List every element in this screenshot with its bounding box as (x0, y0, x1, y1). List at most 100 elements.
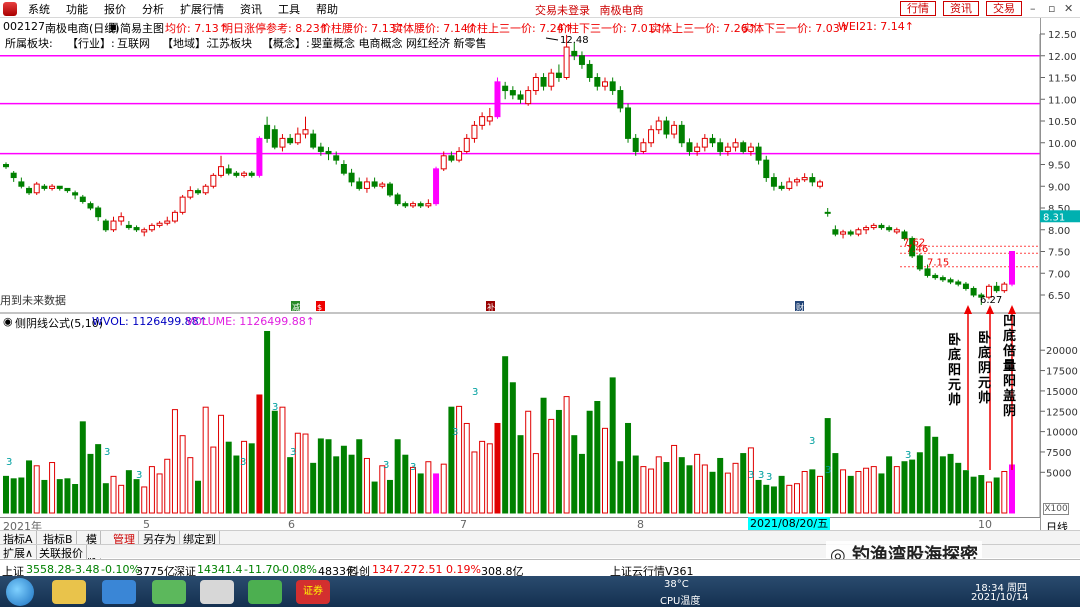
candle-body (962, 283, 969, 289)
volume-bar (955, 462, 962, 514)
index-ticker: 上证 3558.28 -3.48 -0.10% 3775亿 深证 14341.4… (0, 559, 1080, 578)
volume-bar (947, 453, 954, 514)
volume-indicator-title[interactable]: 侧阴线公式(5,10) (15, 315, 103, 331)
candle-body (932, 274, 939, 279)
volume-bar (333, 456, 340, 514)
volume-marker-3: 3 (410, 462, 416, 473)
app-icon[interactable] (152, 580, 186, 604)
candle-body (840, 231, 847, 235)
kline-chart[interactable]: 12.50 12.00 11.50 11.00 10.50 10.00 9.50 9.00 8.… (0, 0, 1080, 530)
volume-marker-3: 3 (825, 465, 831, 476)
candle-body (832, 229, 839, 235)
candle-body (947, 279, 954, 283)
price-axis-label: 10.50 (1048, 117, 1077, 128)
candle-body (870, 224, 877, 229)
volume-bar (49, 462, 56, 514)
candle-body (118, 216, 125, 222)
candle-body (456, 150, 463, 161)
candle-body (56, 185, 63, 189)
candle-body (302, 129, 309, 135)
volume-bar (456, 405, 463, 514)
volume-bar (878, 473, 885, 514)
cpu-label: CPU温度 (660, 596, 701, 607)
candle-body (939, 277, 946, 281)
volume-bar (617, 461, 624, 514)
annotation-text: 阳 (1003, 374, 1016, 389)
indicator-lock-icon[interactable]: ◉ (3, 315, 13, 328)
volume-bar (855, 470, 862, 514)
candle-body (555, 72, 562, 79)
candle-body (625, 107, 632, 139)
volume-bar (440, 463, 447, 514)
candle-body (64, 187, 71, 192)
candle-body (724, 146, 731, 152)
peak-price-label: 12.48 (560, 35, 589, 46)
volume-bar (840, 469, 847, 514)
low-price-label: 6.27 (980, 295, 1002, 306)
volume-bar (916, 452, 923, 514)
future-data-note: 用到未来数据 (0, 294, 66, 307)
volume-value: VOLUME: 1126499.88↑ (186, 315, 315, 328)
volume-bar (809, 469, 816, 514)
volume-bar (463, 422, 470, 514)
volume-bar (410, 466, 417, 514)
candle-body (225, 168, 232, 174)
volume-bar (671, 444, 678, 514)
volume-axis-label: 20000 (1046, 346, 1078, 357)
volume-bar (133, 479, 140, 514)
candle-body (525, 90, 532, 105)
volume-bar (648, 468, 655, 514)
candle-body (955, 281, 962, 285)
volume-bar (1001, 470, 1008, 514)
volume-bar (494, 422, 501, 514)
candle-body (1009, 251, 1015, 285)
volume-bar (402, 454, 409, 514)
clock-date: 2021/10/14 (971, 592, 1029, 603)
sh-pct: -0.10% (101, 563, 140, 576)
volume-marker-3: 3 (452, 427, 458, 438)
volume-bar (210, 446, 217, 514)
candle-body (72, 192, 79, 196)
annotation-text: 量 (1003, 359, 1016, 374)
volume-bar (932, 436, 939, 514)
browser-icon[interactable] (102, 580, 136, 604)
volume-bar (102, 483, 109, 514)
candle-body (256, 137, 263, 176)
volume-bar (95, 444, 102, 514)
candle-body (747, 146, 754, 152)
volume-bar (379, 465, 386, 514)
start-button[interactable] (6, 578, 34, 606)
price-axis-label: 12.50 (1048, 30, 1077, 41)
volume-bar (686, 465, 693, 514)
windows-taskbar: 证券 38°C CPU温度 18:34 周四 2021/10/14 (0, 576, 1080, 607)
volume-bar (79, 421, 86, 514)
candle-body (993, 285, 1000, 292)
cursor-date: 2021/08/20/五 (748, 517, 831, 530)
candle-body (663, 120, 670, 135)
folder-icon[interactable] (52, 580, 86, 604)
wechat-app-icon[interactable] (248, 580, 282, 604)
volume-marker-3: 3 (272, 402, 278, 413)
support-level-label: 7.46 (906, 244, 928, 255)
candle-body (156, 222, 163, 226)
price-axis-label: 11.50 (1048, 74, 1077, 85)
volume-bar (770, 486, 777, 514)
media-icon[interactable] (200, 580, 234, 604)
candle-body (863, 227, 870, 231)
current-price-label: 8.31 (1043, 212, 1065, 223)
volume-bar (294, 432, 301, 514)
volume-bar (448, 406, 455, 514)
volume-bar (924, 426, 931, 514)
volume-bar (233, 455, 240, 514)
volume-bar (271, 410, 278, 514)
volume-bar (225, 441, 232, 514)
candle-body (740, 142, 747, 152)
annotation-text: 阳 (948, 363, 961, 378)
volume-bar (609, 377, 616, 514)
annotation-text: 底 (1003, 328, 1016, 344)
securities-app-icon[interactable]: 证券 (296, 580, 330, 604)
candle-body (732, 142, 739, 148)
volume-bar (194, 480, 201, 514)
candle-body (847, 231, 854, 235)
volume-scale[interactable]: X100 (1043, 503, 1069, 515)
